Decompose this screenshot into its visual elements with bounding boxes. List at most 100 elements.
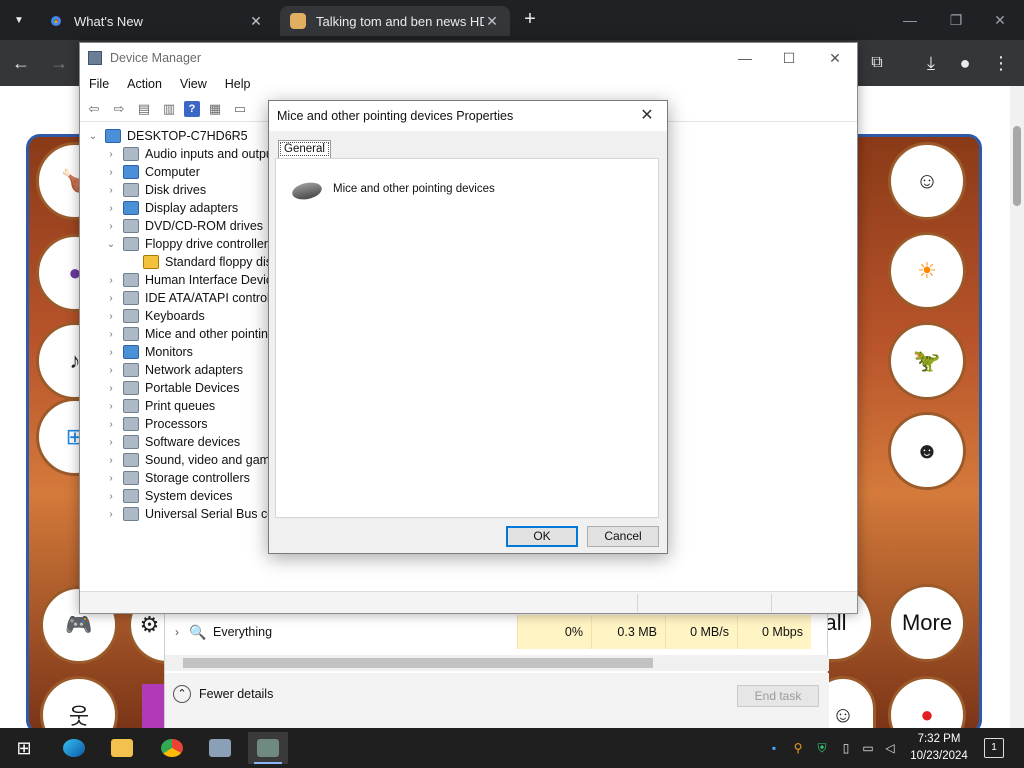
tray-usb-icon[interactable]: ▯ — [838, 736, 854, 760]
expand-chevron-icon[interactable]: › — [104, 167, 118, 178]
end-task-button[interactable]: End task — [737, 685, 819, 707]
forward-icon[interactable]: → — [46, 50, 72, 76]
ok-button[interactable]: OK — [506, 526, 578, 547]
close-window-button[interactable]: ✕ — [988, 8, 1012, 32]
dm-minimize-button[interactable]: — — [730, 47, 760, 69]
list-icon[interactable]: ▥ — [159, 100, 179, 118]
restore-button[interactable]: ❐ — [944, 8, 968, 32]
expand-chevron-icon[interactable]: › — [104, 221, 118, 232]
extensions-icon[interactable]: ⧉ — [864, 50, 890, 76]
tree-category-item[interactable]: › Audio inputs and outputs — [104, 145, 283, 163]
game-button-right-4[interactable]: ☻ — [888, 412, 966, 490]
expand-chevron-icon[interactable]: › — [104, 203, 118, 214]
tab-whats-new[interactable]: What's New ✕ — [38, 6, 274, 36]
taskbar-file-explorer[interactable] — [102, 732, 142, 764]
expand-chevron-icon[interactable]: › — [104, 293, 118, 304]
menu-action[interactable]: Action — [118, 77, 171, 91]
tray-app-icon[interactable]: ▪ — [766, 736, 782, 760]
tree-category-item[interactable]: › Computer — [104, 163, 200, 181]
collapse-chevron-icon[interactable]: ⌄ — [104, 239, 118, 250]
expand-chevron-icon[interactable]: › — [104, 491, 118, 502]
expand-chevron-icon[interactable]: › — [104, 185, 118, 196]
monitor-scan-icon[interactable]: ▭ — [230, 100, 250, 118]
expand-chevron-icon[interactable]: › — [104, 419, 118, 430]
view-icon[interactable]: ▦ — [205, 100, 225, 118]
expand-chevron-icon[interactable]: › — [104, 149, 118, 160]
expand-chevron-icon[interactable]: › — [104, 401, 118, 412]
horizontal-scrollbar[interactable] — [165, 655, 829, 671]
expand-chevron-icon[interactable]: › — [104, 311, 118, 322]
tab-general[interactable]: General — [278, 140, 331, 158]
tree-category-item[interactable]: › Print queues — [104, 397, 215, 415]
tray-network-icon[interactable]: ▭ — [860, 736, 876, 760]
cancel-button[interactable]: Cancel — [587, 526, 659, 547]
expand-chevron-icon[interactable]: › — [104, 383, 118, 394]
back-icon[interactable]: ← — [8, 50, 34, 76]
process-row-everything[interactable]: › 🔍 Everything 0% 0.3 MB 0 MB/s 0 Mbps — [165, 615, 829, 649]
tree-category-item[interactable]: › Disk drives — [104, 181, 206, 199]
tab-search-button[interactable]: ▼ — [6, 8, 32, 32]
menu-file[interactable]: File — [80, 77, 118, 91]
taskbar-device-manager[interactable] — [200, 732, 240, 764]
menu-help[interactable]: Help — [216, 77, 260, 91]
tree-category-item[interactable]: › Processors — [104, 415, 208, 433]
dialog-close-icon[interactable]: ✕ — [633, 105, 661, 127]
new-tab-button[interactable]: + — [518, 8, 542, 32]
expand-chevron-icon[interactable]: › — [104, 365, 118, 376]
tree-category-item[interactable]: › System devices — [104, 487, 233, 505]
game-button-right-1[interactable]: ☺ — [888, 142, 966, 220]
tree-category-item[interactable]: › Monitors — [104, 343, 193, 361]
expand-chevron-icon[interactable]: › — [104, 509, 118, 520]
tray-volume-icon[interactable]: ◁ — [882, 736, 898, 760]
tree-category-item[interactable]: › Software devices — [104, 433, 240, 451]
tab-close-icon[interactable]: ✕ — [484, 13, 500, 30]
expand-chevron-icon[interactable]: › — [104, 347, 118, 358]
tree-category-item[interactable]: › Keyboards — [104, 307, 205, 325]
tree-category-item[interactable]: ⌄ Floppy drive controllers — [104, 235, 274, 253]
tree-category-item[interactable]: › DVD/CD-ROM drives — [104, 217, 263, 235]
expand-chevron-icon[interactable]: › — [104, 455, 118, 466]
notification-button[interactable]: 1 — [984, 738, 1004, 758]
tree-category-item[interactable]: › Network adapters — [104, 361, 243, 379]
back-arrow-icon[interactable]: ⇦ — [84, 100, 104, 118]
more-button[interactable]: More — [888, 584, 966, 662]
dialog-titlebar[interactable]: Mice and other pointing devices Properti… — [269, 101, 667, 131]
taskbar-task-manager[interactable] — [248, 732, 288, 764]
help-icon[interactable]: ? — [184, 100, 200, 117]
tree-root[interactable]: ⌄ DESKTOP-C7HD6R5 — [86, 127, 248, 145]
tree-category-item[interactable]: › Display adapters — [104, 199, 238, 217]
collapse-chevron-icon[interactable]: ⌄ — [86, 131, 100, 142]
dm-maximize-button[interactable]: ☐ — [774, 47, 804, 69]
tree-category-item[interactable]: › IDE ATA/ATAPI controllers — [104, 289, 290, 307]
taskbar-edge[interactable] — [54, 732, 94, 764]
tray-shield-icon[interactable]: ⛨ — [814, 736, 830, 760]
expand-chevron-icon[interactable]: › — [104, 473, 118, 484]
minimize-button[interactable]: — — [898, 8, 922, 32]
expand-chevron-icon[interactable]: › — [104, 275, 118, 286]
expand-chevron-icon[interactable]: › — [104, 437, 118, 448]
menu-view[interactable]: View — [171, 77, 216, 91]
system-clock[interactable]: 7:32 PM 10/23/2024 — [904, 731, 974, 765]
download-icon[interactable]: ⤓ — [918, 50, 944, 76]
tree-category-item[interactable]: › Portable Devices — [104, 379, 240, 397]
expand-chevron-icon[interactable]: › — [104, 329, 118, 340]
start-button[interactable]: ⊞ — [4, 732, 44, 764]
properties-icon[interactable]: ▤ — [134, 100, 154, 118]
page-scrollbar[interactable] — [1010, 86, 1024, 728]
fewer-details-button[interactable]: ⌃ Fewer details — [173, 685, 273, 703]
horizontal-scrollbar-thumb[interactable] — [183, 658, 653, 668]
game-thumb-purple[interactable] — [142, 684, 166, 728]
forward-arrow-icon[interactable]: ⇨ — [109, 100, 129, 118]
tab-talking-tom[interactable]: Talking tom and ben news HD ✕ — [280, 6, 510, 36]
tree-category-item[interactable]: › Storage controllers — [104, 469, 250, 487]
game-button-right-3[interactable]: 🦖 — [888, 322, 966, 400]
tab-close-icon[interactable]: ✕ — [248, 13, 264, 30]
expand-chevron-icon[interactable]: › — [165, 625, 189, 639]
game-button-right-2[interactable]: ☀ — [888, 232, 966, 310]
menu-icon[interactable]: ⋮ — [988, 50, 1014, 76]
page-scrollbar-thumb[interactable] — [1013, 126, 1021, 206]
tray-search-icon[interactable]: ⚲ — [790, 736, 806, 760]
profile-icon[interactable]: ● — [952, 50, 978, 76]
taskbar-chrome[interactable] — [152, 732, 192, 764]
tree-category-item[interactable]: › Human Interface Devices — [104, 271, 285, 289]
